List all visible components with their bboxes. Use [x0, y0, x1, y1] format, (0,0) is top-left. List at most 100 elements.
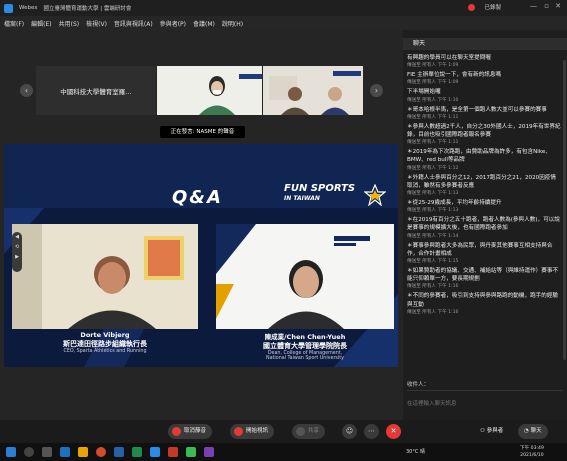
windows-start-icon[interactable] — [6, 447, 16, 457]
chat-message-meta: 傳送至 所有人 下午 1:14 — [407, 233, 459, 239]
chat-toggle-button[interactable]: ◔ 聊天 — [518, 424, 548, 439]
chat-message-text: ＊外籍人士參與百分之12，2017跑百分之21，2020因疫情取消，雖然有多參賽… — [407, 174, 556, 189]
chat-message: ＊不同的參賽者，吸引到支持與參與路跑的動機，跑手的經驗與互動 傳送至 所有人 下午… — [405, 291, 563, 316]
chat-message-meta: 傳送至 所有人 下午 1:16 — [407, 309, 459, 315]
webex-logo-icon — [4, 3, 13, 13]
os-taskbar: 30°C 晴 下午 03:49 2021/6/10 — [0, 443, 567, 461]
excel-icon[interactable] — [132, 447, 142, 457]
chat-message: ＊在2019有百分之五十跑者，跑者人數為(參與人數)，可以說是賽事的規模擴大後，… — [405, 215, 563, 240]
speaker-role: CEO, Sparta Athletics and Running — [63, 349, 147, 354]
brand-line-2: IN TAIWAN — [284, 195, 320, 202]
start-video-button[interactable]: 開始視訊 — [230, 424, 275, 439]
camera-off-icon — [234, 427, 243, 436]
unmute-button[interactable]: 取消靜音 — [168, 424, 213, 439]
onenote-icon[interactable] — [204, 447, 214, 457]
reactions-button[interactable]: ☺ — [342, 424, 357, 439]
participants-button[interactable]: ⚇ 參與者 — [480, 424, 503, 439]
chat-scrollbar[interactable] — [563, 60, 566, 360]
fun-sports-logo: FUN SPORTS IN TAIWAN — [284, 184, 355, 203]
chat-message-text: ＊不同的參賽者，吸引到支持與參與路跑的動機，跑手的經驗與互動 — [407, 293, 559, 308]
menu-file[interactable]: 檔案(F) — [4, 19, 24, 28]
chat-message-text: ＊從25-29歲成長，平均年齡持續提升 — [407, 200, 502, 207]
app-name: Webex — [19, 5, 38, 11]
menu-view[interactable]: 檢視(V) — [86, 19, 107, 28]
chat-input[interactable] — [407, 393, 563, 415]
chat-message-text: ＊2019年為下次路跑，由贊助品牌為許多，有包含Nike、BMW、red bul… — [407, 149, 551, 164]
chrome-icon[interactable] — [96, 447, 106, 457]
participant-thumbnail[interactable]: 中國科技大學體育室羅... — [36, 66, 156, 115]
participants-icon: ⚇ — [480, 428, 487, 434]
chat-message-meta: 傳送至 所有人 下午 1:13 — [407, 208, 459, 214]
chat-recipient-selector[interactable]: 收件人： — [407, 380, 563, 391]
speaker-video-left — [12, 224, 198, 329]
chat-recipient-label: 收件人： — [407, 382, 430, 388]
qa-title: Q&A — [172, 187, 223, 208]
speaker-title-zh: 國立體育大學管理學院院長 — [263, 342, 347, 350]
powerpoint-icon[interactable] — [168, 447, 178, 457]
share-label: 共享 — [308, 428, 320, 434]
chat-message: ＊參與人數超過2千人，自分之30外國人士，2019年有世界紀錄，目前也吸引國際跑… — [405, 122, 563, 147]
title-bar: Webex 國立臺灣體育運動大學 | 雲端研討會 已錄製 — ▫ ✕ — [0, 0, 567, 16]
chat-message-text: 有興趣的學員可以在聊天室提問喔 — [407, 55, 491, 61]
speaker-caption-right: 陳成業/Chen Chen-Yueh 國立體育大學管理學院院長 Dean, Co… — [216, 331, 394, 367]
chat-message: ＊哥本哈根半馬，是全第一個跑人數大並可以參賽的賽事 傳送至 所有人 下午 1:11 — [405, 105, 563, 122]
webex-taskbar-icon[interactable] — [150, 447, 160, 457]
chat-message-text: 下半場開始囉 — [407, 89, 441, 96]
close-button[interactable]: ✕ — [555, 2, 561, 10]
chat-message-meta: 傳送至 所有人 下午 1:11 — [407, 114, 459, 120]
chat-message: ＊如果贊助者的協議、交通、補給站等（與維持運作）賽事不能只仰賴單一方，要長期規劃… — [405, 266, 563, 291]
side-toolbar[interactable]: ◀ ⟲ ▶ — [12, 232, 22, 272]
participant-thumbnail[interactable] — [156, 66, 262, 115]
recording-label: 已錄製 — [484, 5, 501, 11]
participant-video — [156, 66, 262, 115]
chat-panel: 聊天 有興趣的學員可以在聊天室提問喔 傳送至 所有人 下午 1:09 FIE 主辦… — [403, 30, 567, 420]
thumbnail-strip: 中國科技大學體育室羅... — [36, 66, 364, 115]
search-icon[interactable] — [24, 447, 34, 457]
menu-help[interactable]: 說明(H) — [222, 19, 243, 28]
chat-message-meta: 傳送至 所有人 下午 1:11 — [407, 140, 459, 146]
prev-thumbnails-button[interactable]: ‹ — [20, 84, 33, 97]
menu-share[interactable]: 共用(S) — [59, 19, 80, 28]
chat-message-text: ＊如果贊助者的協議、交通、補給站等（與維持運作）賽事不能只仰賴單一方，要長期規劃 — [407, 268, 559, 283]
speaker-video-right — [216, 224, 394, 329]
speaker-name-en: Dorte Vibjerg — [80, 331, 130, 339]
participant-name: 中國科技大學體育室羅... — [60, 87, 132, 96]
speaker-name-en: 陳成業/Chen Chen-Yueh — [264, 333, 346, 341]
chat-message-meta: 傳送至 所有人 下午 1:09 — [407, 80, 459, 86]
chat-message: FIE 主辦單位說一下，會有新的訊息嗎 傳送至 所有人 下午 1:09 — [405, 70, 563, 87]
active-speaker-label: 正在發言: NASME 的聲音 — [160, 126, 245, 138]
unmute-label: 取消靜音 — [184, 428, 207, 434]
chat-message-text: ＊哥本哈根半馬，是全第一個跑人數大並可以參賽的賽事 — [407, 106, 547, 113]
chat-message-meta: 傳送至 所有人 下午 1:12 — [407, 165, 459, 171]
clock-time: 下午 03:49 — [520, 446, 544, 451]
minimize-button[interactable]: — — [530, 2, 537, 10]
participants-label: 參與者 — [486, 428, 504, 434]
menu-audio-video[interactable]: 音訊與視訊(A) — [114, 19, 153, 28]
chat-message-meta: 傳送至 所有人 下午 1:16 — [407, 284, 459, 290]
edge-browser-icon[interactable] — [60, 447, 70, 457]
chat-message-meta: 傳送至 所有人 下午 1:13 — [407, 191, 459, 197]
menu-edit[interactable]: 編輯(E) — [31, 19, 51, 28]
share-screen-icon — [296, 427, 305, 436]
shared-stream: Q&A FUN SPORTS IN TAIWAN Dorte Vibjerg 斯… — [4, 144, 398, 367]
system-clock[interactable]: 下午 03:49 2021/6/10 — [520, 445, 544, 459]
speaker-caption-left: Dorte Vibjerg 斯巴達田徑路步組織執行長 CEO, Sparta A… — [12, 331, 198, 367]
chat-message: ＊2019年為下次路跑，由贊助品牌為許多，有包含Nike、BMW、red bul… — [405, 147, 563, 172]
menu-bar: 檔案(F) 編輯(E) 共用(S) 檢視(V) 音訊與視訊(A) 參與者(P) … — [0, 16, 567, 30]
task-view-icon[interactable] — [42, 447, 52, 457]
next-thumbnails-button[interactable]: › — [370, 84, 383, 97]
participant-thumbnail[interactable] — [263, 66, 363, 115]
share-button[interactable]: 共享 — [292, 424, 326, 439]
maximize-button[interactable]: ▫ — [544, 2, 549, 10]
weather-widget[interactable]: 30°C 晴 — [406, 448, 425, 455]
microphone-muted-icon — [172, 427, 181, 436]
recording-icon[interactable] — [468, 4, 475, 11]
line-app-icon[interactable] — [186, 447, 196, 457]
more-options-button[interactable]: ⋯ — [364, 424, 379, 439]
menu-meeting[interactable]: 會議(M) — [193, 19, 215, 28]
menu-participants[interactable]: 參與者(P) — [160, 19, 186, 28]
chat-message-text: ＊在2019有百分之五十跑者，跑者人數為(參與人數)，可以說是賽事的規模擴大後，… — [407, 217, 560, 232]
leave-meeting-button[interactable]: ✕ — [386, 424, 401, 439]
word-icon[interactable] — [114, 447, 124, 457]
file-explorer-icon[interactable] — [78, 447, 88, 457]
